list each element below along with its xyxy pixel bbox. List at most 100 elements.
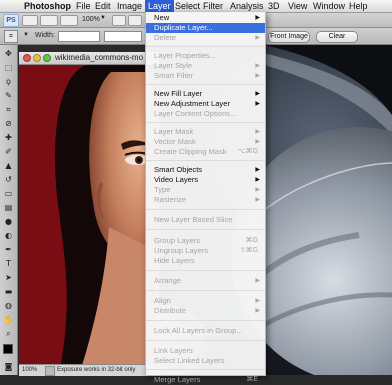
brush-tool-icon[interactable]: ✐	[3, 146, 14, 157]
menu-photoshop[interactable]: Photoshop	[24, 0, 71, 12]
menu-separator	[146, 369, 265, 370]
eyedropper-tool-icon[interactable]: ⊘	[3, 118, 14, 129]
gradient-tool-icon[interactable]: ▤	[3, 202, 14, 213]
menu-item-rasterize[interactable]: Rasterize ▶	[146, 195, 265, 205]
move-tool-icon[interactable]: ✥	[3, 48, 14, 59]
marquee-tool-icon[interactable]: ⬚	[3, 62, 14, 73]
menu-item-arrange[interactable]: Arrange ▶	[146, 276, 265, 286]
menu-item-new-adjustment-layer[interactable]: New Adjustment Layer ▶	[146, 99, 265, 109]
tool-preset-chevron-icon[interactable]: ▼	[23, 32, 29, 38]
crop-icon[interactable]: ⌗	[3, 104, 14, 115]
menu-select[interactable]: Select	[175, 0, 200, 12]
type-tool-icon[interactable]: T	[3, 258, 14, 269]
zoom-tool-icon[interactable]: ⌕	[3, 328, 14, 339]
menu-item-lock-all-layers[interactable]: Lock All Layers in Group...	[146, 326, 265, 336]
document-canvas[interactable]	[19, 52, 159, 375]
document-tab[interactable]: wikimedia_commons-mo	[19, 52, 159, 65]
menu-item-hide-layers[interactable]: Hide Layers	[146, 256, 265, 266]
blur-tool-icon[interactable]: ●	[3, 216, 14, 227]
menu-item-new-layer-based-slice[interactable]: New Layer Based Slice	[146, 215, 265, 225]
document-status-bar: 100% Exposure works in 32-bit only	[19, 364, 159, 376]
menu-item-ungroup-layers[interactable]: Ungroup Layers ⇧⌘G	[146, 246, 265, 256]
menu-item-group-layers[interactable]: Group Layers ⌘G	[146, 236, 265, 246]
height-input[interactable]	[104, 31, 142, 42]
clone-stamp-tool-icon[interactable]: ▲	[3, 160, 14, 171]
menu-separator	[146, 270, 265, 271]
menu-separator	[146, 340, 265, 341]
menu-item-video-layers[interactable]: Video Layers ▶	[146, 175, 265, 185]
menu-analysis[interactable]: Analysis	[230, 0, 264, 12]
menu-edit[interactable]: Edit	[95, 0, 111, 12]
zoom-tool-button[interactable]	[128, 15, 142, 26]
3d-rotate-tool-icon[interactable]: ◍	[3, 300, 14, 311]
submenu-arrow-icon: ▶	[255, 139, 260, 145]
minibridge-button[interactable]	[40, 15, 58, 26]
menu-item-layer-mask[interactable]: Layer Mask ▶	[146, 127, 265, 137]
submenu-arrow-icon: ▶	[255, 63, 260, 69]
submenu-arrow-icon: ▶	[255, 91, 260, 97]
path-selection-tool-icon[interactable]: ➤	[3, 272, 14, 283]
shape-tool-icon[interactable]: ▬	[3, 286, 14, 297]
close-document-icon[interactable]	[23, 54, 31, 62]
menu-item-duplicate-layer[interactable]: Duplicate Layer...	[146, 23, 265, 33]
menu-layer[interactable]: Layer	[145, 0, 174, 12]
menu-item-link-layers[interactable]: Link Layers	[146, 346, 265, 356]
dodge-tool-icon[interactable]: ◐	[3, 230, 14, 241]
tools-panel: ✥ ⬚ ϙ ✎ ⌗ ⊘ ✚ ✐ ▲ ↺ ▭ ▤ ● ◐ ✒ T ➤ ▬ ◍ ✋ …	[0, 45, 18, 375]
submenu-arrow-icon: ▶	[255, 197, 260, 203]
menu-file[interactable]: File	[76, 0, 91, 12]
pen-tool-icon[interactable]: ✒	[3, 244, 14, 255]
menu-item-layer-content-options[interactable]: Layer Content Options...	[146, 109, 265, 119]
clear-button[interactable]: Clear	[316, 31, 358, 43]
submenu-arrow-icon: ▶	[255, 177, 260, 183]
menu-item-smart-filter[interactable]: Smart Filter ▶	[146, 71, 265, 81]
menu-item-align[interactable]: Align ▶	[146, 296, 265, 306]
menu-3d[interactable]: 3D	[268, 0, 280, 12]
quick-mask-icon[interactable]: ◙	[3, 361, 14, 372]
menu-filter[interactable]: Filter	[203, 0, 223, 12]
menu-item-delete[interactable]: Delete ▶	[146, 33, 265, 43]
lasso-tool-icon[interactable]: ϙ	[3, 76, 14, 87]
healing-brush-tool-icon[interactable]: ✚	[3, 132, 14, 143]
app-badge: PS	[3, 14, 19, 27]
shortcut-label: ⌘G	[245, 237, 258, 244]
menu-item-select-linked-layers[interactable]: Select Linked Layers	[146, 356, 265, 366]
history-brush-tool-icon[interactable]: ↺	[3, 174, 14, 185]
submenu-arrow-icon: ▶	[255, 278, 260, 284]
hand-tool-button[interactable]	[112, 15, 126, 26]
menu-item-distribute[interactable]: Distribute ▶	[146, 306, 265, 316]
menu-view[interactable]: View	[288, 0, 307, 12]
menu-window[interactable]: Window	[313, 0, 345, 12]
submenu-arrow-icon: ▶	[255, 15, 260, 21]
front-image-button[interactable]: Front Image	[268, 31, 310, 43]
foreground-color-swatch[interactable]	[3, 344, 13, 354]
document-zoom[interactable]: 100%	[22, 366, 37, 375]
document-title: wikimedia_commons-mo	[55, 53, 144, 62]
minimize-document-icon[interactable]	[33, 54, 41, 62]
bridge-button[interactable]	[22, 15, 38, 26]
eraser-tool-icon[interactable]: ▭	[3, 188, 14, 199]
menu-help[interactable]: Help	[349, 0, 368, 12]
menu-item-create-clipping-mask[interactable]: Create Clipping Mask ⌥⌘G	[146, 147, 265, 157]
zoom-level[interactable]: 100%	[82, 14, 100, 26]
chevron-down-icon[interactable]: ▼	[100, 15, 106, 21]
menu-item-layer-style[interactable]: Layer Style ▶	[146, 61, 265, 71]
view-extras-button[interactable]	[60, 15, 78, 26]
menu-item-layer-properties[interactable]: Layer Properties...	[146, 51, 265, 61]
menu-separator	[146, 46, 265, 47]
menu-item-smart-objects[interactable]: Smart Objects ▶	[146, 165, 265, 175]
menu-item-type[interactable]: Type ▶	[146, 185, 265, 195]
menu-item-new[interactable]: New ▶	[146, 13, 265, 23]
width-input[interactable]	[58, 31, 100, 42]
maximize-document-icon[interactable]	[43, 54, 51, 62]
submenu-arrow-icon: ▶	[255, 73, 260, 79]
menu-image[interactable]: Image	[117, 0, 142, 12]
shortcut-label: ⌘E	[246, 376, 258, 383]
submenu-arrow-icon: ▶	[255, 187, 260, 193]
quick-select-tool-icon[interactable]: ✎	[3, 90, 14, 101]
menu-item-new-fill-layer[interactable]: New Fill Layer ▶	[146, 89, 265, 99]
hand-tool-icon[interactable]: ✋	[3, 314, 14, 325]
menu-item-merge-layers[interactable]: Merge Layers ⌘E	[146, 375, 265, 385]
menu-item-vector-mask[interactable]: Vector Mask ▶	[146, 137, 265, 147]
crop-tool-icon[interactable]: ⌗	[4, 30, 18, 43]
